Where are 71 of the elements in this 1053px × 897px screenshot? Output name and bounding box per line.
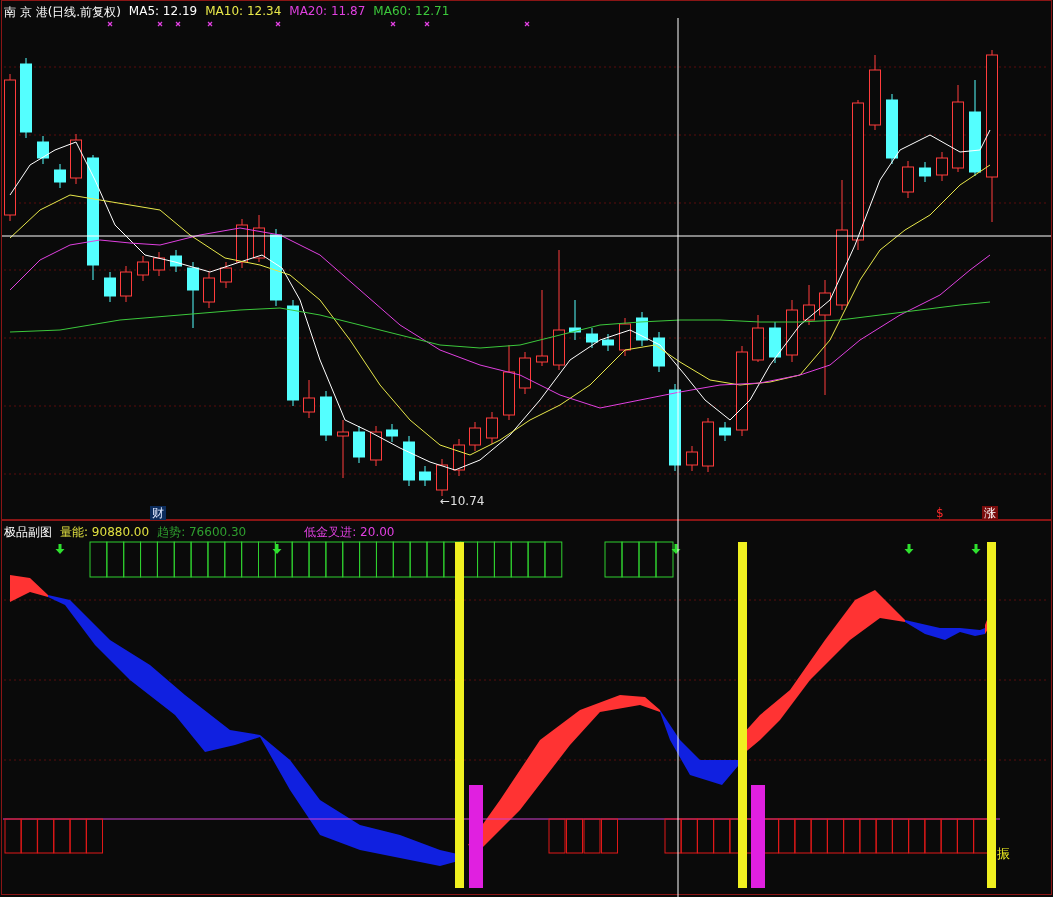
candlestick bbox=[786, 299, 798, 363]
indicator-value: MA60: 12.71 bbox=[373, 4, 450, 20]
candlestick bbox=[769, 321, 781, 364]
candlestick bbox=[469, 421, 481, 452]
candlestick bbox=[120, 265, 132, 303]
candlestick bbox=[370, 425, 382, 467]
candlestick bbox=[686, 445, 698, 472]
candlestick bbox=[453, 438, 465, 477]
candlestick bbox=[569, 299, 581, 341]
cross-mark-icon bbox=[524, 21, 530, 27]
event-marker[interactable]: $ bbox=[934, 506, 946, 520]
indicator-value: MA20: 11.87 bbox=[289, 4, 366, 20]
down-arrow-icon bbox=[971, 544, 981, 554]
event-marker[interactable]: 涨 bbox=[982, 506, 998, 520]
candlestick bbox=[153, 251, 165, 277]
candlestick bbox=[653, 331, 665, 373]
cross-mark-icon bbox=[275, 21, 281, 27]
candlestick bbox=[303, 379, 315, 419]
indicator-value: MA10: 12.34 bbox=[205, 4, 282, 20]
event-marker[interactable]: 财 bbox=[150, 506, 166, 520]
candlestick bbox=[37, 135, 49, 165]
candlestick bbox=[586, 327, 598, 349]
candlestick bbox=[886, 93, 898, 165]
candlestick bbox=[337, 419, 349, 479]
candlestick bbox=[419, 465, 431, 487]
candlestick bbox=[936, 151, 948, 182]
candlestick bbox=[236, 218, 248, 269]
indicator-value: 量能: 90880.00 bbox=[60, 524, 150, 541]
signal-box-strip bbox=[604, 541, 674, 578]
candlestick bbox=[203, 271, 215, 309]
candlestick bbox=[137, 255, 149, 282]
candlestick bbox=[752, 314, 764, 363]
down-arrow-icon bbox=[671, 544, 681, 554]
candlestick bbox=[803, 284, 815, 326]
candlestick bbox=[919, 161, 931, 183]
candlestick bbox=[70, 133, 82, 185]
candlestick bbox=[719, 421, 731, 442]
low-price-label: ←10.74 bbox=[440, 494, 485, 508]
candlestick bbox=[436, 458, 448, 497]
chart-title: 南 京 港(日线.前复权) bbox=[4, 4, 121, 21]
down-arrow-icon bbox=[904, 544, 914, 554]
indicator-value: MA5: 12.19 bbox=[128, 4, 198, 20]
cross-mark-icon bbox=[424, 21, 430, 27]
indicator-value: 低金叉进: 20.00 bbox=[304, 524, 395, 541]
indicator-value: 趋势: 76600.30 bbox=[157, 524, 247, 541]
cross-mark-icon bbox=[207, 21, 213, 27]
candlestick bbox=[902, 160, 914, 199]
signal-label: 振 bbox=[997, 845, 1010, 863]
candlestick bbox=[702, 417, 714, 473]
candlestick bbox=[253, 214, 265, 263]
candlestick bbox=[636, 311, 648, 347]
candlestick bbox=[353, 425, 365, 464]
cross-mark-icon bbox=[175, 21, 181, 27]
candlestick bbox=[220, 261, 232, 289]
candlestick bbox=[54, 163, 66, 189]
cross-mark-icon bbox=[107, 21, 113, 27]
down-arrow-icon bbox=[272, 544, 282, 554]
candlestick bbox=[486, 411, 498, 445]
candlestick bbox=[170, 249, 182, 273]
chart-title: 极品副图 bbox=[4, 524, 52, 541]
candlestick bbox=[403, 435, 415, 487]
candlestick bbox=[619, 317, 631, 357]
down-arrow-icon bbox=[55, 544, 65, 554]
cross-mark-icon bbox=[157, 21, 163, 27]
candlestick bbox=[519, 351, 531, 395]
candlestick bbox=[104, 271, 116, 303]
candlestick bbox=[320, 390, 332, 442]
cross-mark-icon bbox=[390, 21, 396, 27]
candlestick bbox=[386, 423, 398, 443]
candlestick bbox=[602, 333, 614, 352]
candlestick bbox=[187, 261, 199, 329]
